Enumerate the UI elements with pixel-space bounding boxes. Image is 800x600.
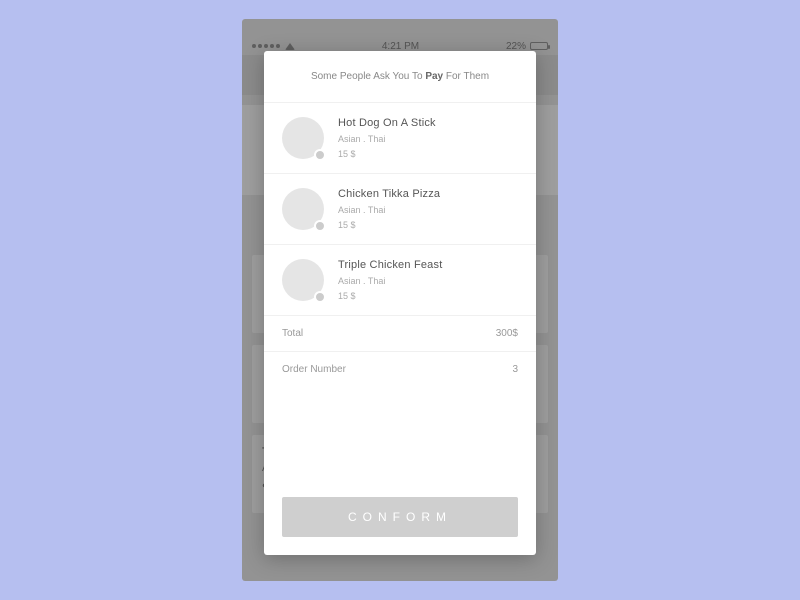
item-info: Hot Dog On A Stick Asian . Thai 15 $ [338,117,436,159]
list-item[interactable]: Chicken Tikka Pizza Asian . Thai 15 $ [264,173,536,244]
wifi-icon [285,43,295,50]
status-dot-icon [314,291,326,303]
item-info: Triple Chicken Feast Asian . Thai 15 $ [338,259,442,301]
status-dot-icon [314,149,326,161]
total-value: 300$ [496,328,518,339]
header-post: For Them [443,71,489,82]
payment-modal: Some People Ask You To Pay For Them Hot … [264,51,536,555]
total-label: Total [282,328,303,339]
item-price: 15 $ [338,291,442,301]
items-list: Hot Dog On A Stick Asian . Thai 15 $ Chi… [264,102,536,315]
status-dot-icon [314,220,326,232]
order-value: 3 [512,364,518,375]
item-sub: Asian . Thai [338,205,440,215]
order-row: Order Number 3 [264,351,536,387]
item-info: Chicken Tikka Pizza Asian . Thai 15 $ [338,188,440,230]
header-pre: Some People Ask You To [311,71,425,82]
item-price: 15 $ [338,149,436,159]
item-price: 15 $ [338,220,440,230]
list-item[interactable]: Hot Dog On A Stick Asian . Thai 15 $ [264,102,536,173]
item-name: Chicken Tikka Pizza [338,188,440,200]
confirm-wrap: CONFORM [264,483,536,555]
avatar [282,117,324,159]
status-right: 22% [506,41,548,52]
list-item[interactable]: Triple Chicken Feast Asian . Thai 15 $ [264,244,536,315]
modal-header: Some People Ask You To Pay For Them [264,51,536,102]
order-label: Order Number [282,364,346,375]
status-left [252,43,295,50]
item-sub: Asian . Thai [338,134,436,144]
avatar [282,259,324,301]
phone-frame: 4:21 PM 22% Trip Asian ● 41m · 66% on ti… [242,19,558,581]
status-time: 4:21 PM [382,41,419,52]
battery-percent: 22% [506,41,526,52]
header-bold: Pay [425,71,443,82]
item-sub: Asian . Thai [338,276,442,286]
item-name: Hot Dog On A Stick [338,117,436,129]
item-name: Triple Chicken Feast [338,259,442,271]
signal-dots-icon [252,44,280,48]
battery-icon [530,42,548,50]
confirm-button[interactable]: CONFORM [282,497,518,537]
total-row: Total 300$ [264,315,536,351]
avatar [282,188,324,230]
